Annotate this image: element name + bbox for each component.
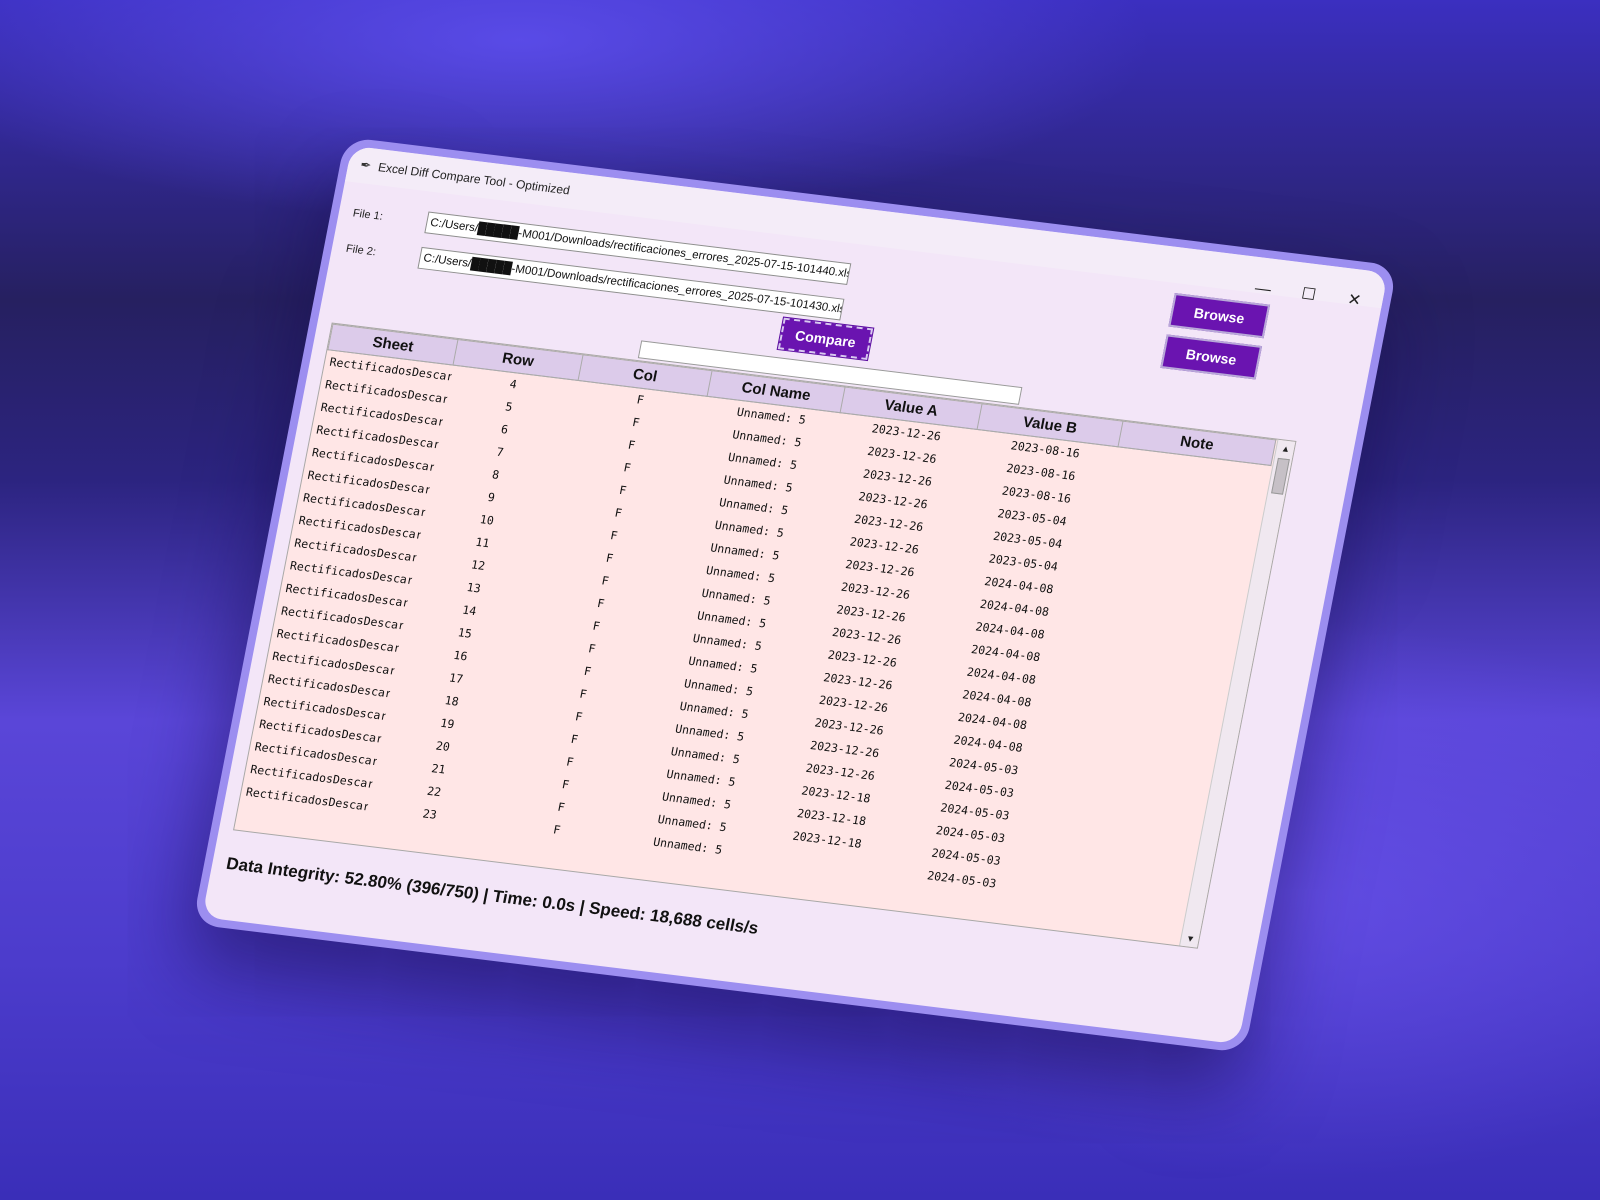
- app-window: ✒ Excel Diff Compare Tool - Optimized — …: [201, 145, 1389, 1045]
- scroll-down-icon[interactable]: ▼: [1180, 930, 1201, 948]
- diff-table: Sheet Row Col Col Name Value A Value B N…: [239, 324, 1276, 919]
- file1-label: File 1:: [351, 207, 384, 223]
- diff-table-container[interactable]: Sheet Row Col Col Name Value A Value B N…: [233, 322, 1297, 949]
- file2-label: File 2:: [344, 242, 377, 259]
- browse-file2-button[interactable]: Browse: [1160, 334, 1263, 380]
- app-window-wrapper: ✒ Excel Diff Compare Tool - Optimized — …: [192, 136, 1398, 1054]
- compare-button[interactable]: Compare: [776, 316, 875, 362]
- feather-icon: ✒: [358, 156, 373, 174]
- minimize-icon[interactable]: —: [1251, 280, 1274, 299]
- browse-file1-button[interactable]: Browse: [1168, 293, 1271, 339]
- close-icon[interactable]: ✕: [1343, 291, 1366, 310]
- scroll-thumb[interactable]: [1271, 457, 1290, 495]
- scroll-up-icon[interactable]: ▲: [1275, 440, 1296, 458]
- maximize-icon[interactable]: ☐: [1297, 286, 1320, 304]
